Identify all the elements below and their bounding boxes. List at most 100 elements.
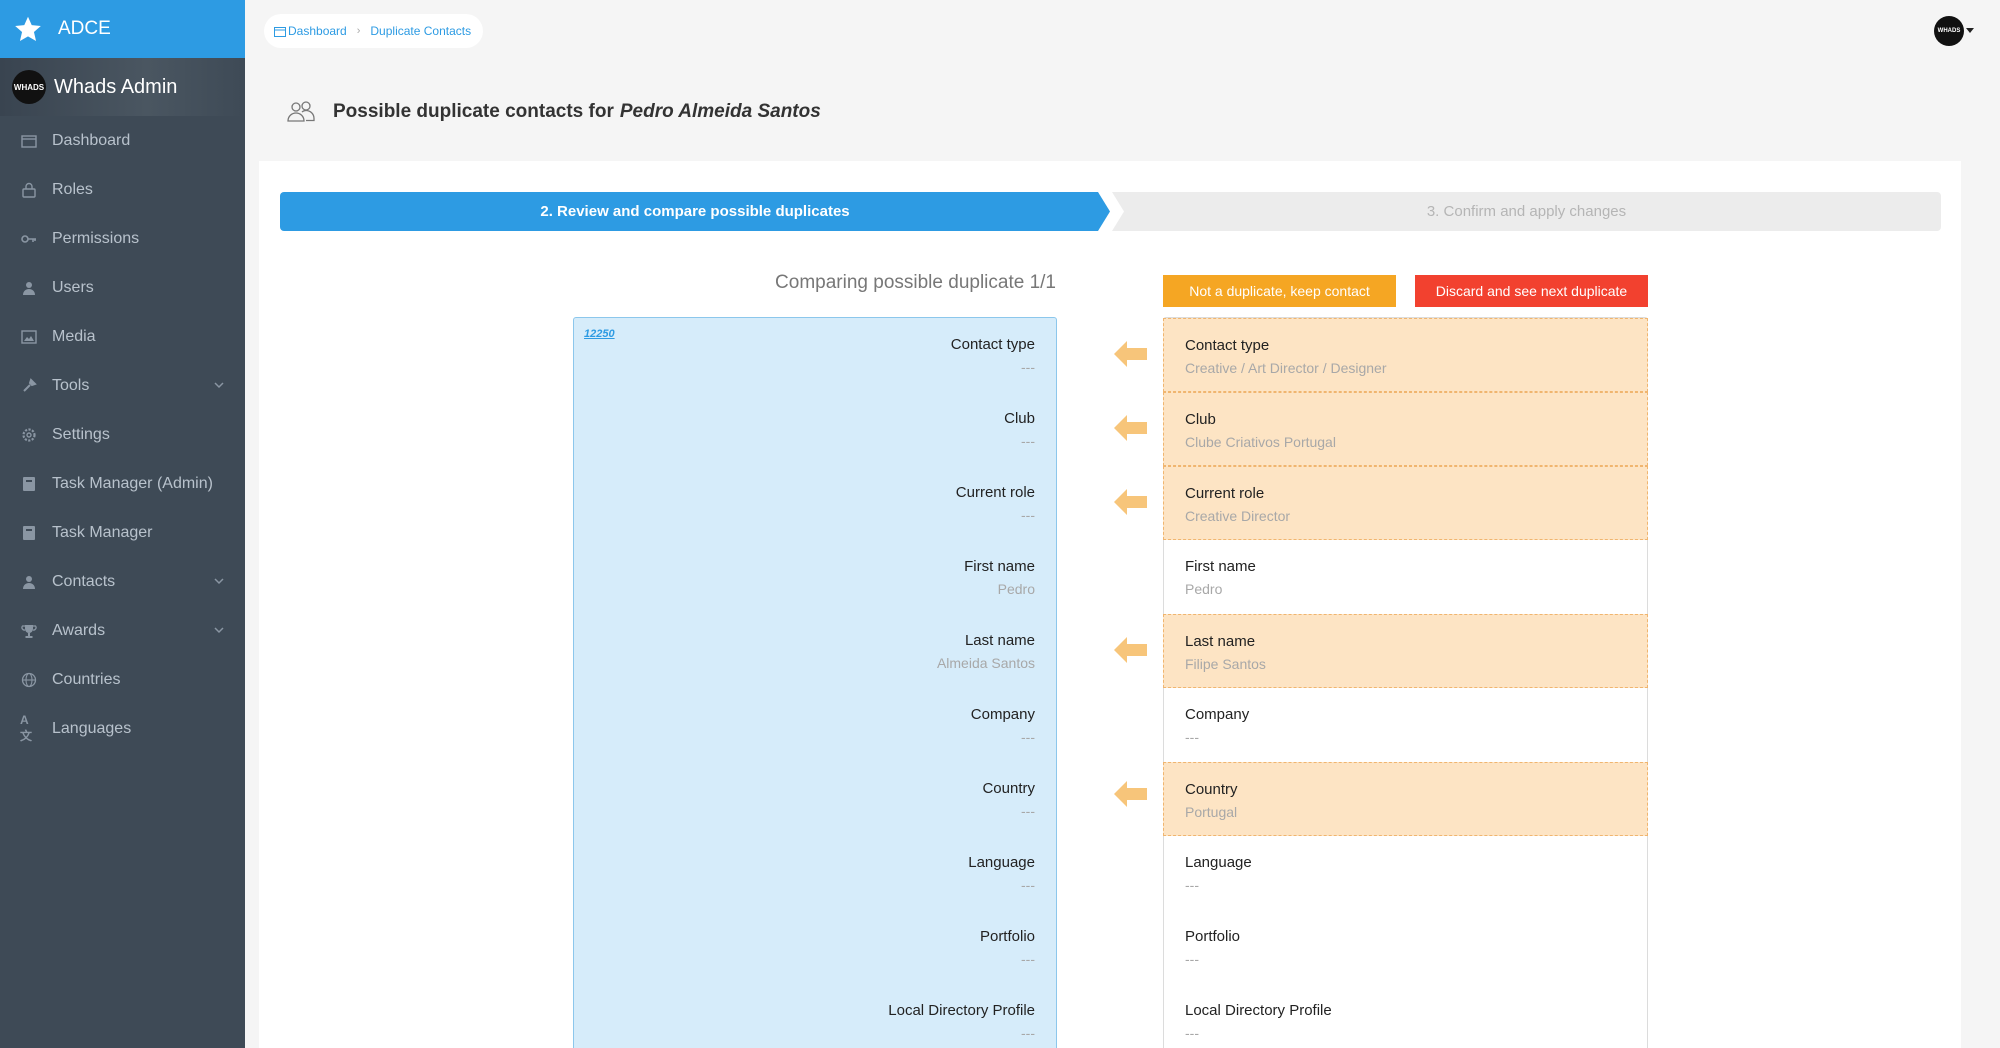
step-review[interactable]: 2. Review and compare possible duplicate… bbox=[280, 192, 1110, 231]
sidebar-item-label: Settings bbox=[52, 425, 110, 443]
copy-field-arrow-icon[interactable] bbox=[1114, 489, 1147, 515]
field-row: First name Pedro bbox=[574, 540, 1056, 614]
field-row: Club --- bbox=[574, 392, 1056, 466]
key-icon bbox=[20, 230, 38, 248]
sidebar-item-label: Contacts bbox=[52, 572, 116, 590]
field-value: Pedro bbox=[1185, 581, 1223, 597]
sidebar-item-task-manager-admin[interactable]: Task Manager (Admin) bbox=[0, 459, 245, 508]
field-row: Local Directory Profile --- bbox=[574, 984, 1056, 1048]
field-value: --- bbox=[1185, 877, 1199, 893]
field-value: --- bbox=[1185, 729, 1199, 745]
field-value: Creative Director bbox=[1185, 508, 1291, 524]
field-label: Last name bbox=[1185, 633, 1256, 650]
field-value: --- bbox=[1021, 877, 1035, 893]
field-row-different[interactable]: Club Clube Criativos Portugal bbox=[1163, 392, 1648, 466]
sidebar-item-dashboard[interactable]: Dashboard bbox=[0, 116, 245, 165]
field-label: First name bbox=[1185, 558, 1256, 575]
keep-contact-button[interactable]: Not a duplicate, keep contact bbox=[1163, 275, 1396, 307]
field-label: Company bbox=[1185, 706, 1250, 723]
field-label: Language bbox=[968, 854, 1035, 871]
sidebar-item-label: Dashboard bbox=[52, 131, 131, 149]
lock-icon bbox=[20, 181, 38, 199]
user-icon bbox=[20, 573, 38, 591]
copy-field-arrow-icon[interactable] bbox=[1114, 415, 1147, 441]
field-row: Portfolio --- bbox=[1164, 910, 1647, 984]
field-value: --- bbox=[1021, 1025, 1035, 1041]
field-label: First name bbox=[964, 558, 1035, 575]
calendar-icon bbox=[274, 26, 286, 37]
chevron-down-icon bbox=[214, 578, 224, 585]
brand-bar[interactable]: ADCE bbox=[0, 0, 245, 58]
sidebar-item-settings[interactable]: Settings bbox=[0, 410, 245, 459]
discard-duplicate-button[interactable]: Discard and see next duplicate bbox=[1415, 275, 1648, 307]
field-label: Company bbox=[970, 706, 1035, 723]
sidebar-item-tools[interactable]: Tools bbox=[0, 361, 245, 410]
field-row: Language --- bbox=[574, 836, 1056, 910]
field-label: Portfolio bbox=[1185, 928, 1241, 945]
sidebar-item-label: Awards bbox=[52, 621, 106, 639]
contact-name: Pedro Almeida Santos bbox=[619, 101, 821, 122]
field-value: Almeida Santos bbox=[936, 655, 1035, 671]
avatar: WHADS bbox=[12, 70, 46, 104]
breadcrumb: Dashboard › Duplicate Contacts bbox=[264, 14, 484, 48]
sidebar-item-label: Users bbox=[52, 278, 94, 296]
sidebar-item-label: Tools bbox=[52, 376, 90, 394]
field-row-different[interactable]: Last name Filipe Santos bbox=[1163, 614, 1648, 688]
field-label: Last name bbox=[964, 632, 1035, 649]
sidebar-item-awards[interactable]: Awards bbox=[0, 606, 245, 655]
book-icon bbox=[20, 524, 38, 542]
trophy-icon bbox=[20, 622, 38, 640]
field-label: Portfolio bbox=[979, 928, 1035, 945]
breadcrumb-separator: › bbox=[356, 25, 361, 37]
sidebar-item-label: Media bbox=[52, 327, 96, 345]
field-value: --- bbox=[1021, 433, 1035, 449]
field-row: Company --- bbox=[574, 688, 1056, 762]
field-row-different[interactable]: Contact type Creative / Art Director / De… bbox=[1163, 318, 1648, 392]
star-icon bbox=[15, 16, 41, 42]
sidebar-item-label: Permissions bbox=[52, 229, 140, 247]
brand-title: ADCE bbox=[58, 18, 111, 39]
sidebar-item-roles[interactable]: Roles bbox=[0, 165, 245, 214]
field-row-different[interactable]: Country Portugal bbox=[1163, 762, 1648, 836]
step-confirm[interactable]: 3. Confirm and apply changes bbox=[1112, 192, 1941, 231]
page-title: Possible duplicate contacts for Pedro Alm… bbox=[333, 101, 821, 123]
user-name: Whads Admin bbox=[54, 75, 178, 98]
gear-icon bbox=[20, 426, 38, 444]
copy-field-arrow-icon[interactable] bbox=[1114, 781, 1147, 807]
user-menu-avatar[interactable]: WHADS bbox=[1934, 16, 1964, 46]
field-row-different[interactable]: Current role Creative Director bbox=[1163, 466, 1648, 540]
field-row: Last name Almeida Santos bbox=[574, 614, 1056, 688]
field-value: --- bbox=[1021, 803, 1035, 819]
chevron-down-icon bbox=[214, 627, 224, 634]
field-label: Local Directory Profile bbox=[888, 1002, 1035, 1019]
sidebar-item-permissions[interactable]: Permissions bbox=[0, 214, 245, 263]
sidebar-nav: Dashboard Roles Permissions Users Media … bbox=[0, 116, 245, 753]
field-value: --- bbox=[1185, 1025, 1199, 1041]
globe-icon bbox=[20, 671, 38, 689]
field-value: Pedro bbox=[997, 581, 1035, 597]
sidebar-item-countries[interactable]: Countries bbox=[0, 655, 245, 704]
field-value: Clube Criativos Portugal bbox=[1185, 434, 1336, 450]
page-title-text: Possible duplicate contacts for bbox=[333, 101, 614, 122]
book-icon bbox=[20, 475, 38, 493]
sidebar-item-task-manager[interactable]: Task Manager bbox=[0, 508, 245, 557]
sidebar-item-users[interactable]: Users bbox=[0, 263, 245, 312]
sidebar-item-label: Languages bbox=[52, 719, 132, 737]
field-row: Local Directory Profile --- bbox=[1164, 984, 1647, 1048]
user-icon bbox=[20, 279, 38, 297]
field-value: --- bbox=[1021, 359, 1035, 375]
breadcrumb-current-link[interactable]: Duplicate Contacts bbox=[370, 24, 471, 38]
field-label: Current role bbox=[1185, 485, 1265, 502]
sidebar-item-contacts[interactable]: Contacts bbox=[0, 557, 245, 606]
sidebar-item-media[interactable]: Media bbox=[0, 312, 245, 361]
caret-down-icon[interactable] bbox=[1966, 28, 1974, 34]
copy-field-arrow-icon[interactable] bbox=[1114, 341, 1147, 367]
field-value: --- bbox=[1021, 507, 1035, 523]
field-value: --- bbox=[1021, 951, 1035, 967]
breadcrumb-home-link[interactable]: Dashboard bbox=[288, 24, 347, 38]
sidebar-item-languages[interactable]: A文 Languages bbox=[0, 704, 245, 753]
copy-field-arrow-icon[interactable] bbox=[1114, 637, 1147, 663]
page-header: Possible duplicate contacts for Pedro Alm… bbox=[285, 96, 821, 128]
field-label: Country bbox=[1185, 781, 1238, 798]
user-panel[interactable]: WHADS Whads Admin bbox=[0, 58, 245, 116]
